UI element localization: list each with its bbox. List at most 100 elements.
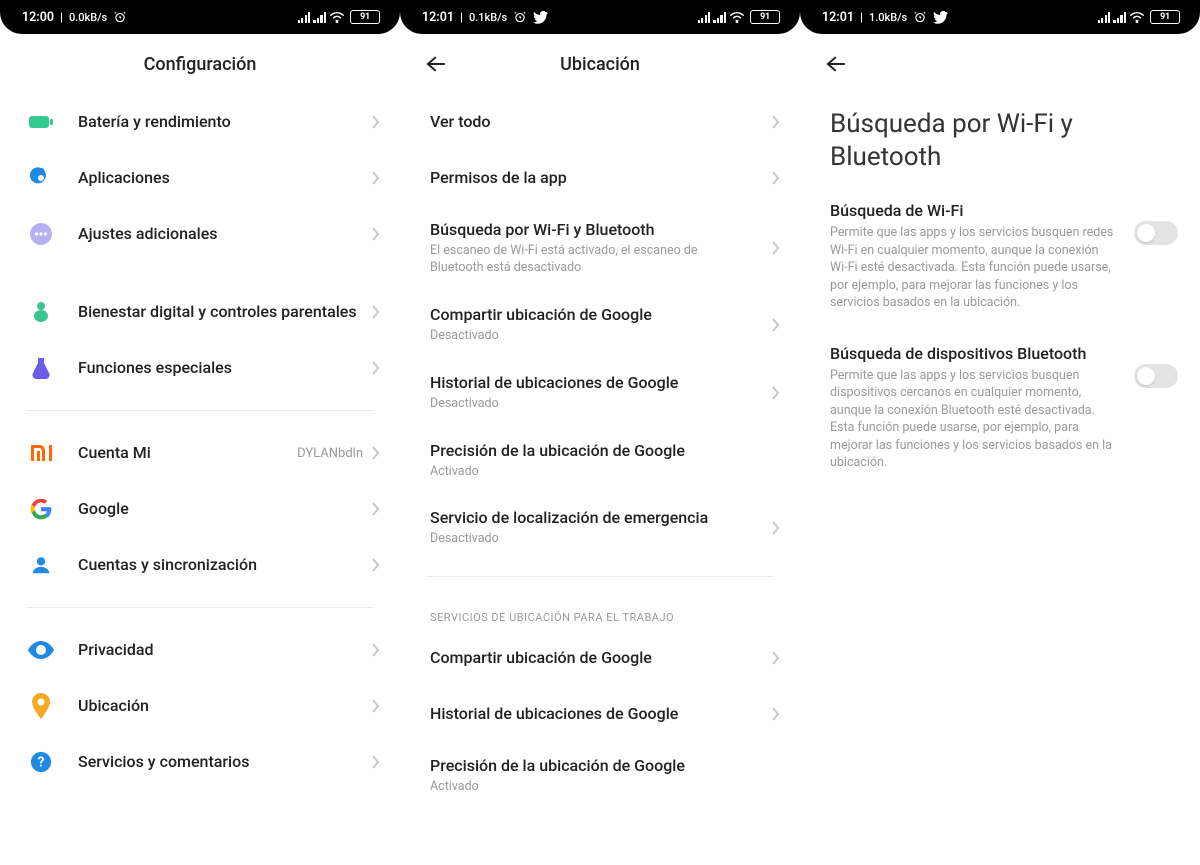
row-bluetooth-scanning[interactable]: Búsqueda de dispositivos Bluetooth Permi…: [800, 326, 1200, 486]
row-google-location-accuracy[interactable]: Precisión de la ubicación de Google Acti…: [400, 427, 800, 495]
row-battery[interactable]: Batería y rendimiento: [0, 94, 400, 150]
row-label: Privacidad: [78, 640, 371, 660]
app-header: Ubicación: [400, 34, 800, 94]
row-label: Servicio de localización de emergencia: [430, 508, 763, 528]
back-button[interactable]: [418, 46, 454, 82]
row-sync[interactable]: Cuentas y sincronización: [0, 537, 400, 593]
page-title: Ubicación: [560, 54, 640, 75]
status-bar: 12:01 | 1.0kB/s 91: [800, 0, 1200, 34]
row-work-location-share[interactable]: Compartir ubicación de Google: [400, 630, 800, 686]
row-apps[interactable]: Aplicaciones: [0, 150, 400, 206]
status-kbs: 1.0kB/s: [869, 11, 907, 24]
row-wifi-bt-scan[interactable]: Búsqueda por Wi-Fi y Bluetooth El escane…: [400, 206, 800, 291]
status-bar: 12:01 | 0.1kB/s 91: [400, 0, 800, 34]
row-label: Historial de ubicaciones de Google: [430, 704, 763, 724]
row-subtitle: El escaneo de Wi-Fi está activado, el es…: [430, 243, 763, 277]
signal-icon: [1113, 12, 1126, 23]
row-privacy[interactable]: Privacidad: [0, 622, 400, 678]
row-label: Ver todo: [430, 112, 763, 132]
row-label: Cuentas y sincronización: [78, 555, 371, 575]
row-label: Precisión de la ubicación de Google: [430, 441, 772, 461]
row-special[interactable]: Funciones especiales: [0, 340, 400, 396]
chevron-right-icon: [371, 114, 380, 130]
signal-icon: [698, 12, 711, 23]
alarm-icon: [913, 10, 927, 24]
page-title: Configuración: [144, 54, 257, 75]
status-bar: 12:00 | 0.0kB/s 91: [0, 0, 400, 34]
row-google[interactable]: Google: [0, 481, 400, 537]
battery-icon: 91: [350, 10, 380, 24]
row-additional[interactable]: Ajustes adicionales: [0, 206, 400, 262]
status-right: 91: [298, 10, 380, 24]
row-google-location-history[interactable]: Historial de ubicaciones de Google Desac…: [400, 359, 800, 427]
chevron-right-icon: [371, 698, 380, 714]
signal-icon: [713, 12, 726, 23]
status-time: 12:01: [822, 10, 854, 25]
chevron-right-icon: [771, 706, 780, 722]
row-mi-account[interactable]: Cuenta Mi DYLANbdln: [0, 425, 400, 481]
divider: [426, 576, 774, 577]
status-kbs: 0.1kB/s: [469, 11, 507, 24]
chevron-right-icon: [371, 226, 380, 242]
row-app-permissions[interactable]: Permisos de la app: [400, 150, 800, 206]
chevron-right-icon: [371, 642, 380, 658]
battery-icon: 91: [1150, 10, 1180, 24]
row-label: Historial de ubicaciones de Google: [430, 373, 763, 393]
row-wellbeing[interactable]: Bienestar digital y controles parentales: [0, 284, 400, 340]
phone-location: 12:01 | 0.1kB/s 91 Ubicación Ver todo: [400, 0, 800, 865]
chevron-right-icon: [771, 170, 780, 186]
app-header: Configuración: [0, 34, 400, 94]
wifi-icon: [329, 11, 345, 23]
row-label: Búsqueda de Wi-Fi: [830, 201, 1118, 220]
toggle-bluetooth-scanning[interactable]: [1134, 364, 1178, 388]
row-work-location-history[interactable]: Historial de ubicaciones de Google: [400, 686, 800, 742]
chevron-right-icon: [371, 304, 380, 320]
back-button[interactable]: [818, 46, 854, 82]
row-google-location-share[interactable]: Compartir ubicación de Google Desactivad…: [400, 291, 800, 359]
signal-icon: [1098, 12, 1111, 23]
row-value: DYLANbdln: [297, 446, 363, 461]
row-label: Aplicaciones: [78, 168, 371, 188]
chevron-right-icon: [371, 170, 380, 186]
row-emergency-location[interactable]: Servicio de localización de emergencia D…: [400, 494, 800, 562]
twitter-icon: [933, 11, 948, 24]
chevron-right-icon: [371, 557, 380, 573]
wifi-icon: [1129, 11, 1145, 23]
row-label: Precisión de la ubicación de Google: [430, 756, 772, 776]
row-see-all[interactable]: Ver todo: [400, 94, 800, 150]
battery-icon: [26, 113, 56, 131]
row-label: Funciones especiales: [78, 358, 371, 378]
row-label: Batería y rendimiento: [78, 112, 371, 132]
chevron-right-icon: [771, 650, 780, 666]
google-icon: [26, 498, 56, 520]
toggle-wifi-scanning[interactable]: [1134, 221, 1178, 245]
alarm-icon: [113, 10, 127, 24]
row-label: Permisos de la app: [430, 168, 763, 188]
wellbeing-icon: [26, 300, 56, 324]
row-label: Compartir ubicación de Google: [430, 648, 763, 668]
flask-icon: [26, 356, 56, 380]
row-label: Compartir ubicación de Google: [430, 305, 763, 325]
help-icon: ?: [26, 751, 56, 773]
chevron-right-icon: [371, 754, 380, 770]
status-time: 12:00: [22, 10, 54, 25]
row-label: Google: [78, 499, 371, 519]
row-label: Búsqueda de dispositivos Bluetooth: [830, 344, 1118, 363]
divider: [26, 410, 374, 411]
section-label: SERVICIOS DE UBICACIÓN PARA EL TRABAJO: [400, 591, 800, 630]
row-label: Ubicación: [78, 696, 371, 716]
status-right: 91: [1098, 10, 1180, 24]
status-time: 12:01: [422, 10, 454, 25]
chevron-right-icon: [371, 360, 380, 376]
location-list: Ver todo Permisos de la app Búsqueda por…: [400, 94, 800, 810]
person-icon: [26, 554, 56, 576]
signal-icon: [313, 12, 326, 23]
row-services[interactable]: ? Servicios y comentarios: [0, 734, 400, 790]
chevron-right-icon: [771, 317, 780, 333]
row-wifi-scanning[interactable]: Búsqueda de Wi-Fi Permite que las apps y…: [800, 183, 1200, 326]
chevron-right-icon: [771, 240, 780, 256]
row-location[interactable]: Ubicación: [0, 678, 400, 734]
row-work-location-accuracy[interactable]: Precisión de la ubicación de Google Acti…: [400, 742, 800, 810]
chevron-right-icon: [771, 114, 780, 130]
chevron-right-icon: [771, 520, 780, 536]
